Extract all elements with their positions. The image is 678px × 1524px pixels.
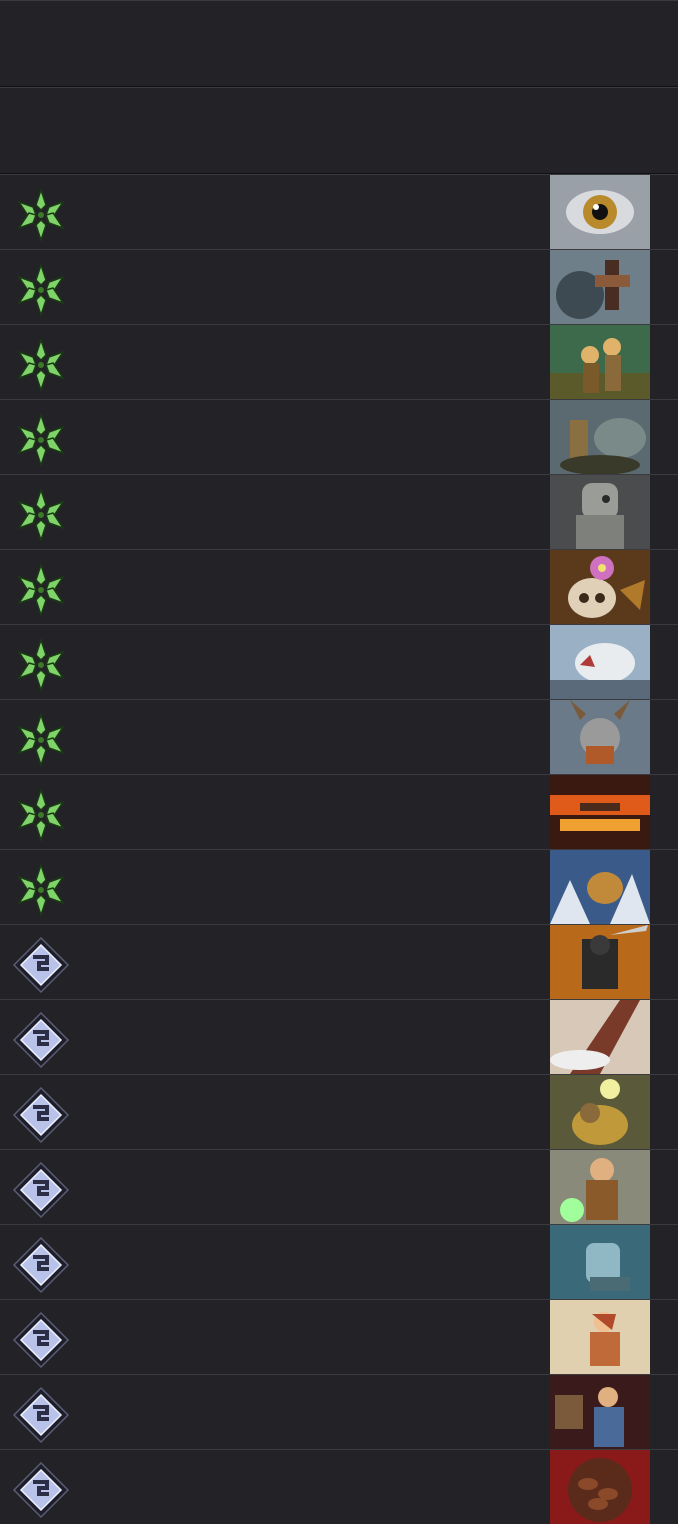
card-row[interactable] bbox=[0, 999, 678, 1074]
green-leaf-icon bbox=[12, 411, 70, 469]
card-row[interactable] bbox=[0, 924, 678, 999]
silver-diamond-icon bbox=[12, 1161, 70, 1219]
green-leaf-icon bbox=[12, 336, 70, 394]
card-art-thumbnail[interactable] bbox=[550, 1075, 650, 1149]
card-row[interactable] bbox=[0, 1449, 678, 1524]
card-art-thumbnail[interactable] bbox=[550, 1300, 650, 1374]
card-art-thumbnail[interactable] bbox=[550, 925, 650, 999]
green-leaf-icon bbox=[12, 636, 70, 694]
card-art-thumbnail[interactable] bbox=[550, 400, 650, 474]
card-row[interactable] bbox=[0, 324, 678, 399]
card-art-thumbnail[interactable] bbox=[550, 250, 650, 324]
silver-diamond-icon bbox=[12, 1386, 70, 1444]
card-art-thumbnail[interactable] bbox=[550, 1150, 650, 1224]
silver-diamond-icon bbox=[12, 1086, 70, 1144]
green-leaf-icon bbox=[12, 261, 70, 319]
silver-diamond-icon bbox=[12, 1311, 70, 1369]
silver-diamond-icon bbox=[12, 1011, 70, 1069]
green-leaf-icon bbox=[12, 486, 70, 544]
card-row[interactable] bbox=[0, 549, 678, 624]
card-row[interactable] bbox=[0, 174, 678, 249]
card-row[interactable] bbox=[0, 699, 678, 774]
green-leaf-icon bbox=[12, 186, 70, 244]
card-art-thumbnail[interactable] bbox=[550, 850, 650, 924]
card-art-thumbnail[interactable] bbox=[550, 1375, 650, 1449]
card-art-thumbnail[interactable] bbox=[550, 175, 650, 249]
card-row[interactable] bbox=[0, 774, 678, 849]
card-art-thumbnail[interactable] bbox=[550, 550, 650, 624]
card-row[interactable] bbox=[0, 1224, 678, 1299]
card-art-thumbnail[interactable] bbox=[550, 700, 650, 774]
card-art-thumbnail[interactable] bbox=[550, 1450, 650, 1524]
green-leaf-icon bbox=[12, 711, 70, 769]
card-row[interactable] bbox=[0, 399, 678, 474]
card-row[interactable] bbox=[0, 249, 678, 324]
green-leaf-icon bbox=[12, 861, 70, 919]
silver-diamond-icon bbox=[12, 1461, 70, 1519]
card-row[interactable] bbox=[0, 624, 678, 699]
header-row-1 bbox=[0, 0, 678, 87]
card-row[interactable] bbox=[0, 1149, 678, 1224]
silver-diamond-icon bbox=[12, 936, 70, 994]
card-list bbox=[0, 174, 678, 1524]
header-row-2 bbox=[0, 87, 678, 174]
card-art-thumbnail[interactable] bbox=[550, 625, 650, 699]
card-row[interactable] bbox=[0, 1074, 678, 1149]
card-row[interactable] bbox=[0, 849, 678, 924]
green-leaf-icon bbox=[12, 561, 70, 619]
green-leaf-icon bbox=[12, 786, 70, 844]
card-row[interactable] bbox=[0, 1374, 678, 1449]
card-art-thumbnail[interactable] bbox=[550, 325, 650, 399]
card-art-thumbnail[interactable] bbox=[550, 1000, 650, 1074]
card-art-thumbnail[interactable] bbox=[550, 475, 650, 549]
card-art-thumbnail[interactable] bbox=[550, 775, 650, 849]
silver-diamond-icon bbox=[12, 1236, 70, 1294]
card-row[interactable] bbox=[0, 474, 678, 549]
card-art-thumbnail[interactable] bbox=[550, 1225, 650, 1299]
card-row[interactable] bbox=[0, 1299, 678, 1374]
